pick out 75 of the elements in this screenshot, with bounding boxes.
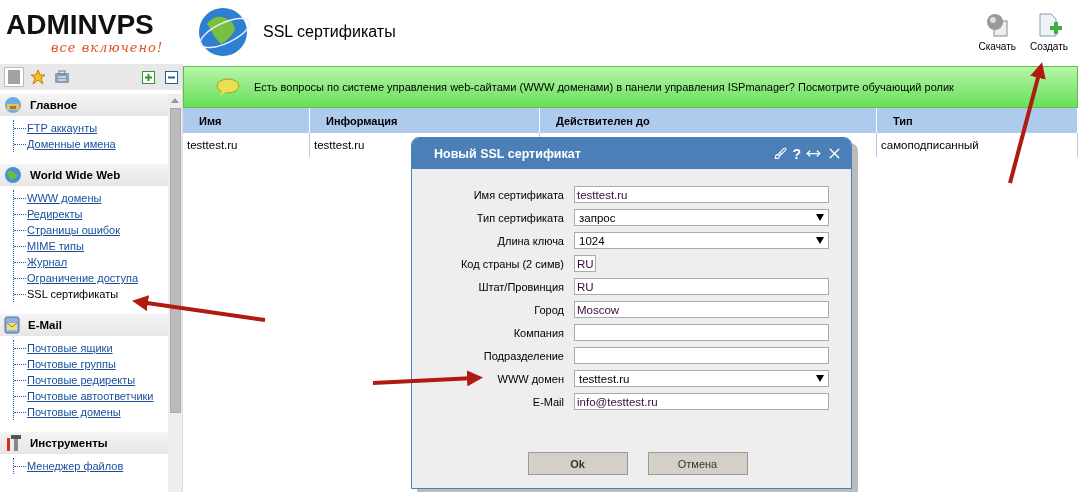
brush-icon[interactable]: [774, 147, 788, 160]
input-field[interactable]: testtest.ru: [574, 186, 829, 203]
column-header[interactable]: Действителен до: [540, 108, 877, 133]
caret-icon: [816, 237, 824, 244]
sidebar-link[interactable]: MIME типы: [27, 239, 84, 253]
envelope-icon: [4, 316, 20, 334]
sidebar-tab[interactable]: [28, 67, 48, 87]
sidebar-link[interactable]: Почтовые группы: [27, 357, 116, 371]
scroll-up-icon[interactable]: [171, 98, 179, 103]
sidebar-link[interactable]: Доменные имена: [27, 137, 116, 151]
column-header[interactable]: Информация: [310, 108, 540, 133]
logo-tagline: все включено!: [50, 39, 165, 55]
new-document-icon: [1036, 12, 1062, 38]
column-header[interactable]: Тип: [877, 108, 1078, 133]
sidebar-link[interactable]: SSL сертификаты: [27, 287, 119, 301]
input-field[interactable]: RU: [574, 278, 829, 295]
sidebar-section-header[interactable]: Главное: [0, 94, 168, 116]
collapse-icon[interactable]: [165, 70, 178, 84]
sidebar-section-header[interactable]: Инструменты: [0, 432, 168, 454]
dropdown[interactable]: testtest.ru: [574, 370, 829, 387]
download-button[interactable]: Скачать: [974, 0, 1020, 64]
speech-bubble-icon: [216, 77, 240, 97]
sidebar-link[interactable]: WWW домены: [27, 191, 102, 205]
caret-icon: [816, 214, 824, 221]
field-label: Подразделение: [483, 349, 564, 362]
sidebar-link[interactable]: Ограничение доступа: [27, 271, 139, 285]
field-label: Тип сертификата: [476, 211, 564, 224]
field-label: E-Mail: [532, 395, 564, 408]
help-button[interactable]: ?: [792, 145, 801, 162]
list-icon: [7, 70, 21, 84]
ok-button[interactable]: Ok: [527, 452, 628, 475]
input-field[interactable]: [574, 347, 829, 364]
tools-icon: [4, 434, 22, 452]
field-label: WWW домен: [497, 372, 564, 385]
field-label: Компания: [513, 326, 564, 339]
field-label: Длина ключа: [497, 234, 564, 247]
globe-document-icon: [984, 12, 1011, 38]
globe-icon: [197, 6, 253, 58]
sidebar-link[interactable]: Редиректы: [27, 207, 83, 221]
banner-text: Есть вопросы по системе управления web-сайтами (WWW доменами) в панели управления ISPmanager? Посмотрите обучающий ролик: [254, 81, 954, 93]
scrollbar[interactable]: [168, 94, 182, 492]
globe-icon: [4, 96, 22, 114]
sidebar-section-header[interactable]: E-Mail: [0, 314, 168, 336]
sidebar-link[interactable]: FTP аккаунты: [27, 121, 98, 135]
caret-icon: [816, 375, 824, 382]
sidebar-link[interactable]: Журнал: [27, 255, 68, 269]
sidebar-link[interactable]: Страницы ошибок: [27, 223, 121, 237]
sidebar-section-header[interactable]: World Wide Web: [0, 164, 168, 186]
logo-wordmark: ADMINVPS: [6, 9, 155, 40]
page-title: SSL сертификаты: [263, 23, 396, 41]
sidebar-link[interactable]: Менеджер файлов: [27, 459, 124, 473]
sidebar-link[interactable]: Почтовые домены: [27, 405, 121, 419]
sidebar-tab[interactable]: [4, 67, 24, 87]
sidebar-link[interactable]: Почтовые автоответчики: [27, 389, 154, 403]
input-field[interactable]: RU: [574, 255, 596, 272]
create-button[interactable]: Создать: [1026, 0, 1072, 64]
field-label: Код страны (2 симв): [460, 257, 564, 270]
dropdown[interactable]: запрос: [574, 209, 829, 226]
table-cell: самоподписанный: [877, 133, 1078, 157]
expand-icon[interactable]: [142, 70, 155, 84]
field-label: Имя сертификата: [473, 188, 564, 201]
star-icon: [30, 69, 46, 85]
sidebar-link[interactable]: Почтовые редиректы: [27, 373, 136, 387]
sidebar-link[interactable]: Почтовые ящики: [27, 341, 113, 355]
field-label: Город: [534, 303, 564, 316]
input-field[interactable]: info@testtest.ru: [574, 393, 829, 410]
input-field[interactable]: [574, 324, 829, 341]
input-field[interactable]: Moscow: [574, 301, 829, 318]
field-label: Штат/Провинция: [478, 280, 564, 293]
briefcase-icon: [54, 70, 70, 84]
globe-icon: [4, 166, 22, 184]
table-cell: testtest.ru: [183, 133, 310, 157]
dropdown[interactable]: 1024: [574, 232, 829, 249]
column-header[interactable]: Имя: [183, 108, 310, 133]
cancel-button[interactable]: Отмена: [647, 452, 748, 475]
